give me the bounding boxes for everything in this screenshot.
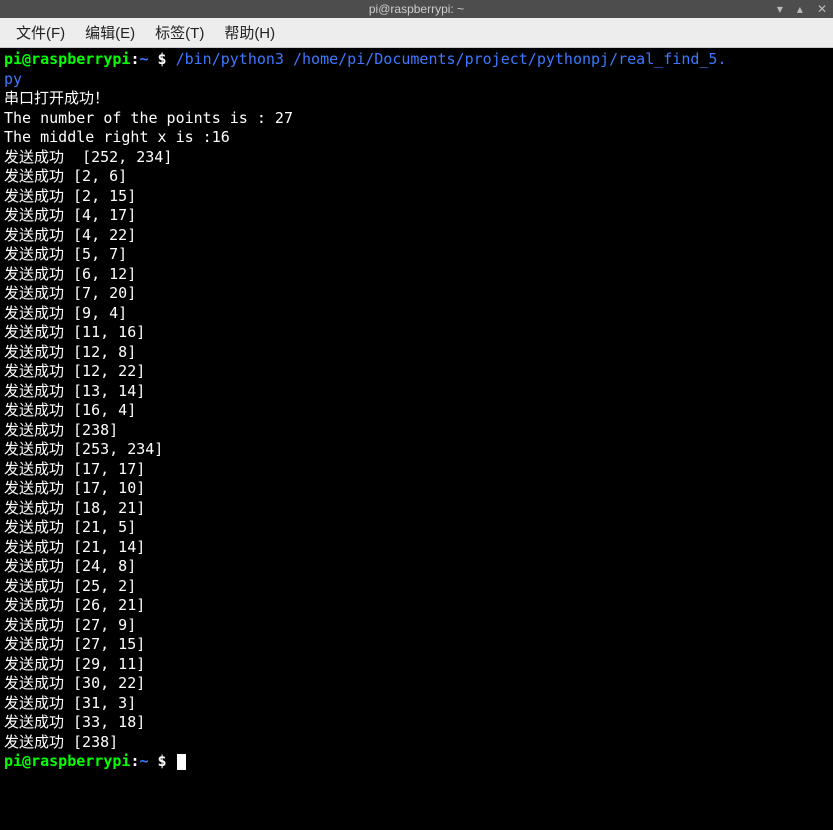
command-interpreter: /bin/python3 bbox=[176, 50, 284, 68]
send-line: 发送成功 [253, 234] bbox=[4, 440, 829, 460]
send-line: 发送成功 [11, 16] bbox=[4, 323, 829, 343]
send-line: 发送成功 [33, 18] bbox=[4, 713, 829, 733]
send-line: 发送成功 [2, 15] bbox=[4, 187, 829, 207]
send-line: 发送成功 [24, 8] bbox=[4, 557, 829, 577]
send-line: 发送成功 [26, 21] bbox=[4, 596, 829, 616]
send-line: 发送成功 [9, 4] bbox=[4, 304, 829, 324]
send-line: 发送成功 [16, 4] bbox=[4, 401, 829, 421]
send-line: 发送成功 [18, 21] bbox=[4, 499, 829, 519]
window-controls: ▾ ▴ ✕ bbox=[777, 3, 827, 15]
send-line: 发送成功 [2, 6] bbox=[4, 167, 829, 187]
send-line: 发送成功 [30, 22] bbox=[4, 674, 829, 694]
send-line: 发送成功 [12, 22] bbox=[4, 362, 829, 382]
send-line: 发送成功 [7, 20] bbox=[4, 284, 829, 304]
send-line: 发送成功 [238] bbox=[4, 421, 829, 441]
middle-right-x-line: The middle right x is :16 bbox=[4, 128, 230, 146]
serial-open-ok: 串口打开成功！ bbox=[4, 89, 109, 107]
send-line: 发送成功 [4, 17] bbox=[4, 206, 829, 226]
send-line: 发送成功 [21, 14] bbox=[4, 538, 829, 558]
window-titlebar[interactable]: pi@raspberrypi: ~ ▾ ▴ ✕ bbox=[0, 0, 833, 18]
ps1-path: ~ bbox=[139, 50, 148, 68]
send-line: 发送成功 [21, 5] bbox=[4, 518, 829, 538]
terminal-output[interactable]: pi@raspberrypi:~ $ /bin/python3 /home/pi… bbox=[0, 48, 833, 830]
minimize-button[interactable]: ▾ bbox=[777, 3, 783, 15]
send-line: 发送成功 [27, 15] bbox=[4, 635, 829, 655]
send-line: 发送成功 [17, 10] bbox=[4, 479, 829, 499]
send-line: 发送成功 [238] bbox=[4, 733, 829, 753]
send-line: 发送成功 [4, 22] bbox=[4, 226, 829, 246]
send-line: 发送成功 [29, 11] bbox=[4, 655, 829, 675]
terminal-window: pi@raspberrypi: ~ ▾ ▴ ✕ 文件(F) 编辑(E) 标签(T… bbox=[0, 0, 833, 830]
menu-edit[interactable]: 编辑(E) bbox=[75, 18, 145, 47]
send-line: 发送成功 [12, 8] bbox=[4, 343, 829, 363]
send-line: 发送成功 [252, 234] bbox=[4, 148, 829, 168]
send-line: 发送成功 [6, 12] bbox=[4, 265, 829, 285]
maximize-button[interactable]: ▴ bbox=[797, 3, 803, 15]
points-count-line: The number of the points is : 27 bbox=[4, 109, 293, 127]
command-script: /home/pi/Documents/project/pythonpj/real… bbox=[293, 50, 726, 68]
ps1-userhost: pi@raspberrypi bbox=[4, 50, 130, 68]
menu-file[interactable]: 文件(F) bbox=[6, 18, 75, 47]
send-line: 发送成功 [27, 9] bbox=[4, 616, 829, 636]
menubar: 文件(F) 编辑(E) 标签(T) 帮助(H) bbox=[0, 18, 833, 48]
send-line: 发送成功 [25, 2] bbox=[4, 577, 829, 597]
send-line: 发送成功 [31, 3] bbox=[4, 694, 829, 714]
terminal-cursor bbox=[177, 754, 186, 770]
send-line: 发送成功 [13, 14] bbox=[4, 382, 829, 402]
send-line: 发送成功 [17, 17] bbox=[4, 460, 829, 480]
window-title: pi@raspberrypi: ~ bbox=[369, 2, 464, 16]
send-line: 发送成功 [5, 7] bbox=[4, 245, 829, 265]
close-button[interactable]: ✕ bbox=[817, 3, 827, 15]
menu-tabs[interactable]: 标签(T) bbox=[145, 18, 214, 47]
menu-help[interactable]: 帮助(H) bbox=[214, 18, 285, 47]
